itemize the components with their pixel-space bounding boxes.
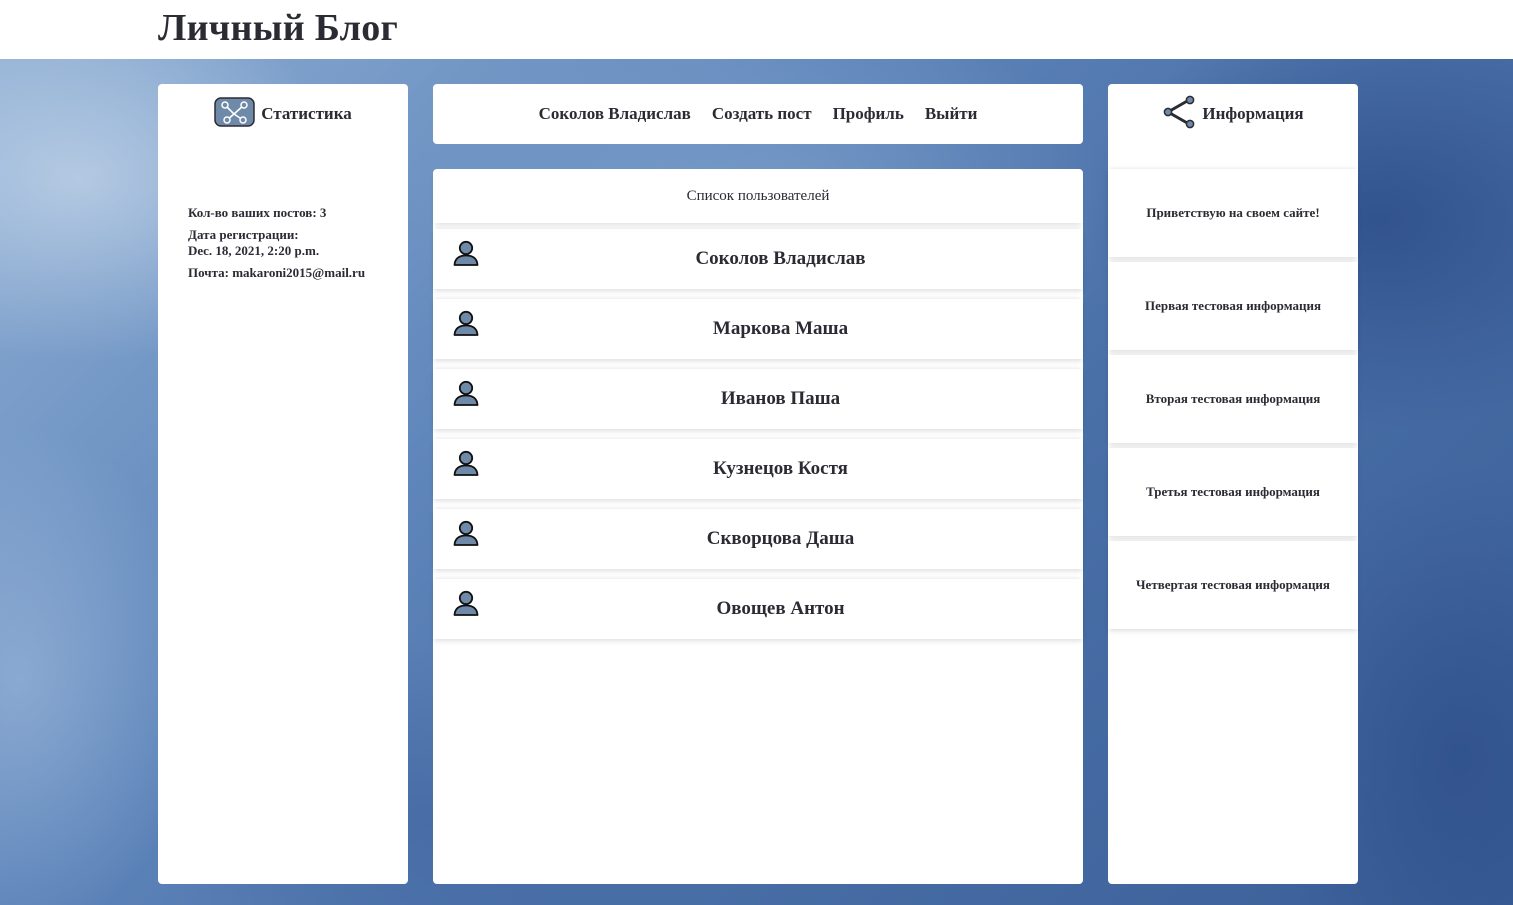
user-list-item[interactable]: Кузнецов Костя bbox=[433, 439, 1083, 499]
registration-date: Dec. 18, 2021, 2:20 p.m. bbox=[188, 243, 320, 258]
registration-label: Дата регистрации: bbox=[188, 227, 299, 242]
nav-logout-link[interactable]: Выйти bbox=[925, 104, 978, 124]
info-item: Вторая тестовая информация bbox=[1108, 355, 1358, 443]
stats-list: Кол-во ваших постов: 3 Дата регистрации:… bbox=[188, 205, 398, 287]
posts-count: Кол-во ваших постов: 3 bbox=[188, 205, 327, 220]
user-name: Маркова Маша bbox=[712, 318, 849, 339]
nav-username-link[interactable]: Соколов Владислав bbox=[539, 104, 691, 124]
users-panel: Список пользователей Соколов Владислав Ма… bbox=[433, 169, 1083, 884]
stats-panel: Статистика Кол-во ваших постов: 3 Дата р… bbox=[158, 84, 408, 884]
stats-panel-title: Статистика bbox=[261, 104, 352, 123]
user-list-item[interactable]: Скворцова Даша bbox=[433, 509, 1083, 569]
user-name: Скворцова Даша bbox=[706, 528, 855, 549]
nav-create-post-link[interactable]: Создать пост bbox=[712, 104, 812, 124]
stats-panel-header: Статистика bbox=[158, 84, 408, 144]
user-name: Кузнецов Костя bbox=[713, 458, 848, 479]
user-name: Соколов Владислав bbox=[695, 248, 866, 269]
user-list-item[interactable]: Овощев Антон bbox=[433, 579, 1083, 639]
user-list-item[interactable]: Маркова Маша bbox=[433, 299, 1083, 359]
email-info: Почта: makaroni2015@mail.ru bbox=[188, 265, 366, 280]
info-panel: Информация Приветствую на своем сайте! Пе… bbox=[1108, 84, 1358, 884]
info-panel-header: Информация bbox=[1108, 84, 1358, 144]
info-item: Первая тестовая информация bbox=[1108, 262, 1358, 350]
share-icon bbox=[1162, 95, 1196, 134]
info-item: Приветствую на своем сайте! bbox=[1108, 169, 1358, 257]
site-title[interactable]: Личный Блог bbox=[158, 6, 398, 50]
user-name: Иванов Паша bbox=[720, 388, 841, 409]
user-list-item[interactable]: Иванов Паша bbox=[433, 369, 1083, 429]
registration-info: Дата регистрации: Dec. 18, 2021, 2:20 p.… bbox=[188, 227, 398, 259]
info-item: Четвертая тестовая информация bbox=[1108, 541, 1358, 629]
site-header: Личный Блог bbox=[0, 0, 1513, 59]
info-item: Третья тестовая информация bbox=[1108, 448, 1358, 536]
nav-profile-link[interactable]: Профиль bbox=[833, 104, 904, 124]
user-name: Овощев Антон bbox=[716, 598, 845, 619]
network-icon bbox=[214, 96, 255, 132]
top-nav: Соколов Владислав Создать пост Профиль В… bbox=[433, 84, 1083, 144]
info-panel-title: Информация bbox=[1202, 104, 1304, 123]
users-list-title: Список пользователей bbox=[433, 169, 1083, 223]
user-list-item[interactable]: Соколов Владислав bbox=[433, 229, 1083, 289]
